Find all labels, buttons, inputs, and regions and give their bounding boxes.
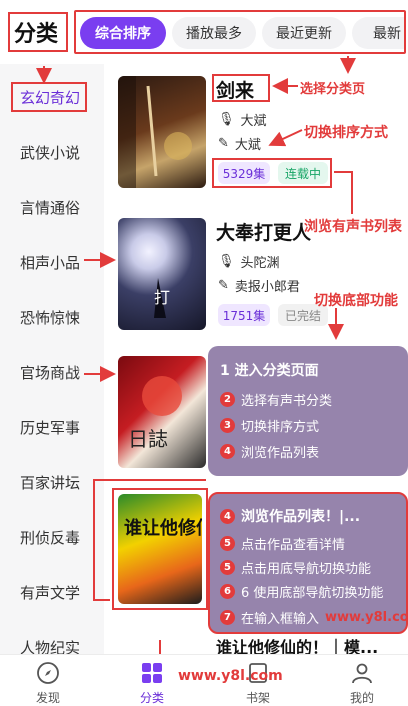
annotation-switch-nav: 切换底部功能 bbox=[314, 293, 398, 309]
sort-tab-most-played[interactable]: 播放最多 bbox=[172, 17, 256, 49]
step-number: 3 bbox=[220, 418, 235, 433]
status-badge: 连载中 bbox=[278, 162, 328, 184]
guide-step-click: 5 点击作品查看详情 bbox=[220, 534, 345, 553]
step-number: 7 bbox=[220, 610, 235, 625]
sidebar-item-xiangsheng[interactable]: 相声小品 bbox=[0, 247, 104, 277]
sidebar-item-wuxia[interactable]: 武侠小说 bbox=[0, 137, 104, 167]
svg-text:打: 打 bbox=[154, 288, 170, 307]
step-number: 5 bbox=[220, 536, 235, 551]
book-title[interactable]: 大奉打更人 bbox=[216, 218, 311, 245]
narrator-name: 卖报小郎君 bbox=[234, 280, 300, 295]
top-bar: 分类 综合排序 播放最多 最近更新 最新 bbox=[0, 0, 408, 64]
guide-step-browse: 4 浏览作品列表！|... bbox=[220, 506, 360, 526]
nav-label: 书架 bbox=[245, 691, 270, 705]
sidebar-item-yanqing[interactable]: 言情通俗 bbox=[0, 192, 104, 222]
guide-step-2: 2 选择有声书分类 bbox=[220, 390, 332, 409]
step-number: 6 bbox=[220, 584, 235, 599]
step-number: 5 bbox=[220, 560, 235, 575]
sidebar-item-youshengwenxue[interactable]: 有声文学 bbox=[0, 577, 104, 607]
guide-step-4: 4 浏览作品列表 bbox=[220, 442, 319, 461]
sidebar-item-baijia[interactable]: 百家讲坛 bbox=[0, 467, 104, 497]
book-title[interactable]: 剑来 bbox=[216, 76, 254, 103]
book-narrator: ✎ 大斌 bbox=[218, 134, 261, 153]
guide-step-text: 点击用底导航切换功能 bbox=[241, 562, 372, 577]
book-author: 🎙 头陀渊 bbox=[218, 252, 280, 271]
nav-profile[interactable]: 我的 bbox=[322, 655, 402, 706]
author-name: 大斌 bbox=[240, 114, 267, 129]
sort-tab-newest[interactable]: 最新 bbox=[352, 17, 404, 49]
category-sidebar: 玄幻奇幻 武侠小说 言情通俗 相声小品 恐怖惊悚 官场商战 历史军事 百家讲坛 … bbox=[0, 64, 104, 657]
book-cover[interactable] bbox=[118, 76, 206, 188]
annotation-switch-sort: 切换排序方式 bbox=[304, 125, 388, 141]
annotation-browse-list: 浏览有声书列表 bbox=[304, 219, 402, 235]
nav-discover[interactable]: 发现 bbox=[8, 655, 88, 706]
sidebar-item-guanchang[interactable]: 官场商战 bbox=[0, 357, 104, 387]
mic-icon: 🎙 bbox=[218, 254, 235, 269]
nav-label: 我的 bbox=[349, 691, 374, 705]
book-narrator: ✎ 卖报小郎君 bbox=[218, 276, 300, 295]
guide-step-bottom-nav: 6 6 使用底部导航切换功能 bbox=[220, 582, 383, 601]
mic-icon: 🎙 bbox=[218, 112, 235, 127]
annotation-box-active-category bbox=[11, 82, 87, 112]
pen-icon: ✎ bbox=[218, 278, 229, 293]
cover-art bbox=[118, 76, 192, 188]
guide-step-text: 点击作品查看详情 bbox=[241, 538, 346, 553]
cover-art: 打 bbox=[154, 278, 170, 318]
book-author: 🎙 大斌 bbox=[218, 110, 267, 129]
cover-art: 谁让他修仙的 bbox=[124, 517, 202, 539]
guide-step-text: 浏览作品列表 bbox=[241, 446, 320, 461]
user-icon bbox=[352, 663, 372, 684]
episode-count-badge: 5329集 bbox=[218, 162, 270, 184]
sort-tabs: 综合排序 播放最多 最近更新 最新 bbox=[74, 10, 406, 54]
guide-step-1: 1 进入分类页面 bbox=[220, 360, 319, 380]
nav-label: 分类 bbox=[139, 691, 164, 705]
page-title: 分类 bbox=[14, 22, 59, 47]
sort-tab-recently-updated[interactable]: 最近更新 bbox=[262, 17, 346, 49]
narrator-name: 大斌 bbox=[234, 138, 261, 153]
book-cover[interactable]: 打 bbox=[118, 218, 206, 330]
nav-label: 发现 bbox=[35, 691, 60, 705]
annotation-select-category: 选择分类页 bbox=[300, 82, 366, 97]
pen-icon: ✎ bbox=[218, 136, 229, 151]
guide-step-3: 3 切换排序方式 bbox=[220, 416, 319, 435]
compass-icon bbox=[37, 662, 59, 684]
author-name: 头陀渊 bbox=[240, 256, 280, 271]
guide-site-text: www.y8l.com bbox=[325, 610, 408, 625]
step-number: 2 bbox=[220, 392, 235, 407]
guide-step-input: 7 在输入框输入 www.y8l.com bbox=[220, 608, 408, 627]
guide-step-text: 6 使用底部导航切换功能 bbox=[241, 586, 384, 601]
sort-tab-comprehensive[interactable]: 综合排序 bbox=[80, 17, 166, 49]
step-number: 4 bbox=[220, 508, 235, 524]
guide-step-text: 浏览作品列表！|... bbox=[241, 509, 361, 525]
book-cover[interactable]: 谁让他修仙的 bbox=[118, 494, 202, 604]
guide-step-text: 切换排序方式 bbox=[241, 420, 320, 435]
guide-step-text: 在输入框输入 bbox=[241, 612, 320, 627]
episode-count-badge: 1751集 bbox=[218, 304, 270, 326]
guide-step-text: 1 进入分类页面 bbox=[220, 363, 319, 379]
sidebar-item-lishi[interactable]: 历史军事 bbox=[0, 412, 104, 442]
step-number: 4 bbox=[220, 444, 235, 459]
sidebar-item-kongbu[interactable]: 恐怖惊悚 bbox=[0, 302, 104, 332]
book-cover[interactable]: 日誌 bbox=[118, 356, 206, 468]
guide-step-nav: 5 点击用底导航切换功能 bbox=[220, 558, 371, 577]
grid-icon bbox=[142, 663, 162, 683]
cover-text: 日誌 bbox=[128, 427, 168, 451]
sidebar-item-xingzhen[interactable]: 刑侦反毒 bbox=[0, 522, 104, 552]
cover-art: 日誌 bbox=[128, 376, 182, 451]
cover-text: 谁让他修仙的 bbox=[124, 517, 202, 539]
watermark: www.y8l.com bbox=[178, 668, 283, 684]
guide-step-text: 选择有声书分类 bbox=[241, 394, 333, 409]
